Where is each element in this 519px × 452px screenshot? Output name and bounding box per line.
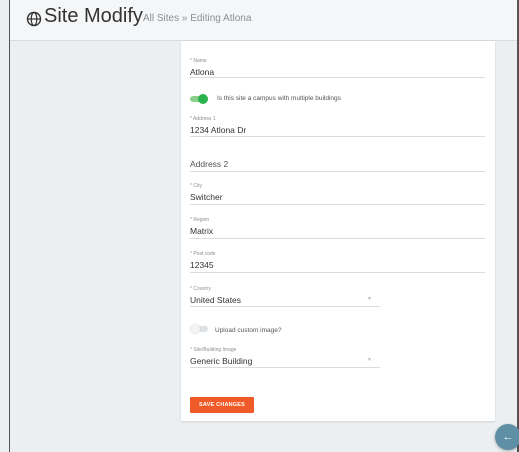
arrow-left-icon: ← (502, 431, 514, 443)
post-code-label: * Post code (190, 251, 216, 257)
site-image-label: * Site/Building Image (190, 347, 237, 353)
name-input[interactable]: Atlona (190, 67, 485, 77)
name-label: * Name (190, 58, 207, 64)
country-select[interactable]: * Country United States ▼ (190, 286, 380, 307)
site-form-card: * Name Atlona Is this site a campus with… (181, 41, 495, 421)
site-image-value: Generic Building (190, 356, 253, 366)
site-image-select[interactable]: * Site/Building Image Generic Building ▼ (190, 347, 380, 368)
globe-icon (26, 11, 42, 27)
chevron-down-icon: ▼ (367, 296, 372, 302)
name-field[interactable]: * Name Atlona (190, 58, 485, 78)
country-value: United States (190, 295, 242, 305)
address1-input[interactable]: 1234 Atlona Dr (190, 125, 485, 135)
address2-field[interactable]: Address 2 (190, 159, 485, 172)
address1-label: * Address 1 (190, 116, 216, 122)
city-field[interactable]: * City Switcher (190, 183, 485, 205)
address2-input[interactable]: Address 2 (190, 159, 485, 169)
city-input[interactable]: Switcher (190, 192, 485, 202)
custom-image-toggle-label: Upload custom image? (215, 327, 282, 334)
window-border-left (9, 0, 10, 452)
page-header: Site Modify All Sites » Editing Atlona (10, 0, 517, 41)
custom-image-toggle-knob (190, 324, 200, 334)
back-fab[interactable]: ← (495, 424, 519, 450)
region-label: * Region (190, 217, 210, 223)
region-field[interactable]: * Region Matrix (190, 217, 485, 239)
campus-toggle[interactable] (190, 94, 210, 104)
breadcrumb: All Sites » Editing Atlona (143, 13, 251, 24)
save-changes-button[interactable]: SAVE CHANGES (190, 397, 254, 413)
country-label: * Country (190, 286, 211, 292)
city-label: * City (190, 183, 202, 189)
address1-field[interactable]: * Address 1 1234 Atlona Dr (190, 116, 485, 137)
chevron-down-icon: ▼ (367, 357, 372, 363)
page-title: Site Modify (44, 5, 143, 27)
post-code-field[interactable]: * Post code 12345 (190, 251, 485, 273)
breadcrumb-all-sites-link[interactable]: All Sites (143, 13, 179, 24)
region-input[interactable]: Matrix (190, 226, 485, 236)
breadcrumb-separator: » (181, 13, 188, 24)
campus-toggle-knob (198, 94, 208, 104)
post-code-input[interactable]: 12345 (190, 260, 485, 270)
custom-image-toggle[interactable] (190, 324, 210, 334)
campus-toggle-label: Is this site a campus with multiple buil… (217, 95, 341, 102)
breadcrumb-current: Editing Atlona (190, 13, 252, 24)
